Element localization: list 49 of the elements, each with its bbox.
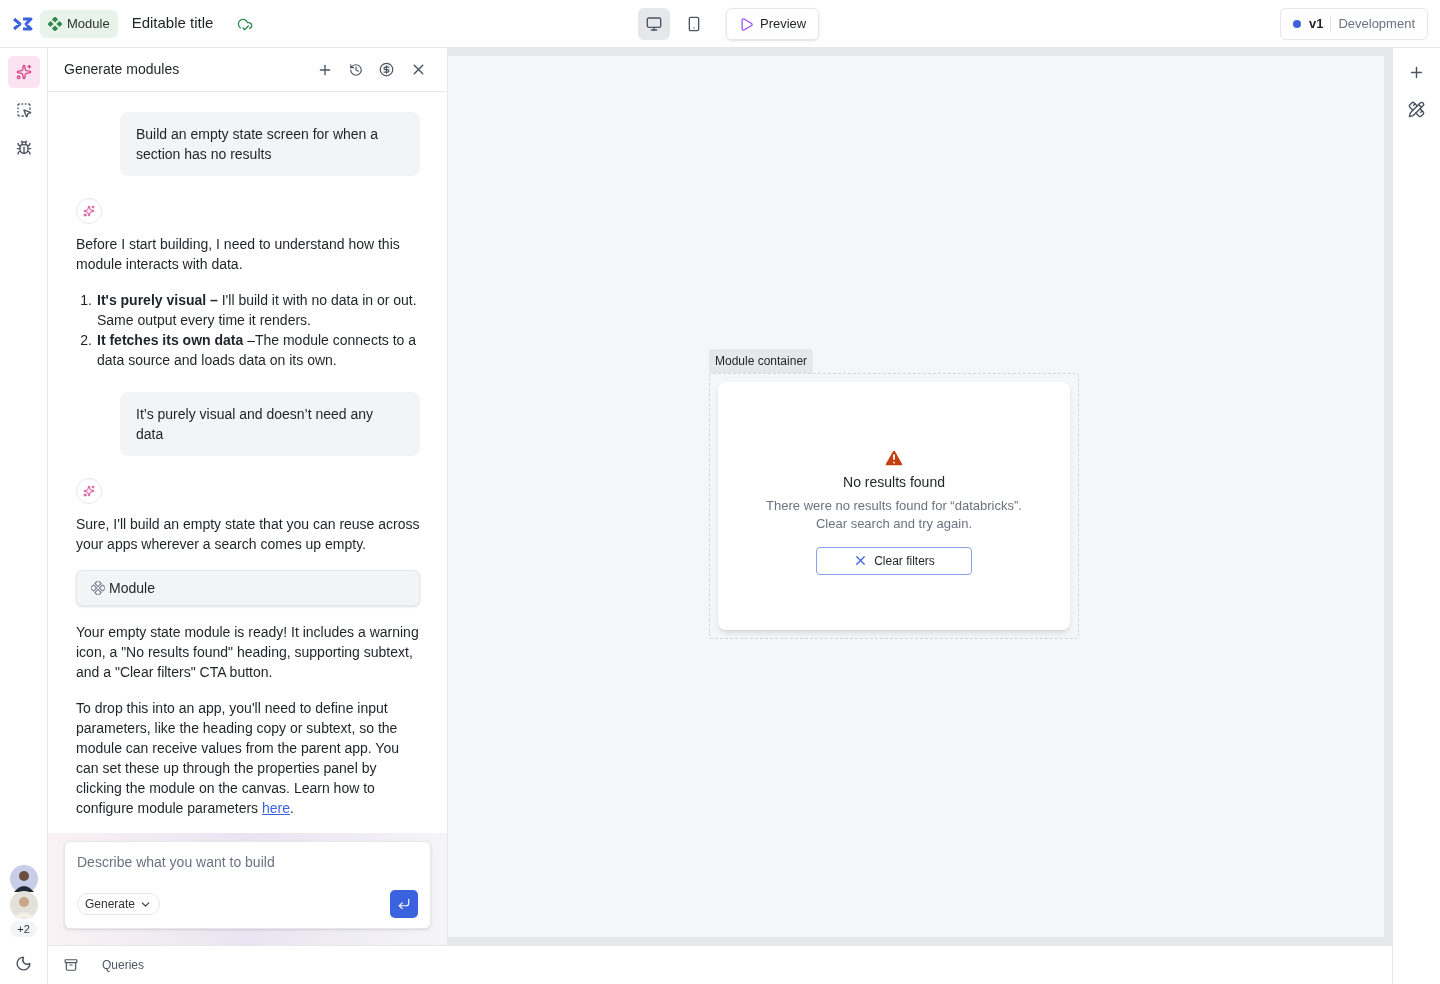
message-text: Before I start building, I need to understand how this module interacts with data. (76, 235, 401, 274)
queries-tab[interactable]: Queries (102, 956, 145, 974)
module-icon (91, 581, 105, 595)
message-text: Your empty state module is ready! It includes a warning icon, a "No results found" heading, supporting subtext, and a "Clear filters" CTA button. (76, 623, 420, 682)
play-icon (739, 16, 754, 32)
add-icon[interactable] (1408, 64, 1425, 81)
bug-icon (15, 140, 32, 156)
module-badge: Module (40, 9, 118, 38)
environment-label: Development (1338, 14, 1415, 33)
message-text: Sure, I'll build an empty state that you can reuse across your apps wherever a search comes up empty. (76, 515, 420, 554)
version-selector[interactable]: v1 Development (1279, 7, 1428, 40)
sparkle-icon (15, 64, 32, 80)
list-number: 1. (79, 291, 93, 310)
send-button[interactable] (390, 890, 418, 918)
message-text: To drop this into an app, you'll need to define input parameters, like the heading copy or subtext, so the module can receive values from the parent app. You can set these up through the properties panel by clicking the module on the canvas. Learn how to configure module parameters here. (76, 699, 400, 818)
prompt-input[interactable]: Describe what you want to build (77, 852, 418, 872)
panel-title: Generate modules (64, 60, 180, 79)
user-avatar (9, 891, 38, 919)
user-message: It’s purely visual and doesn’t need any data (120, 392, 420, 456)
list-item-text: It's purely visual – I'll build it with no data in or out. Same output every time it renders. (97, 291, 418, 330)
clear-filters-button[interactable]: Clear filters (816, 546, 972, 575)
design-tools-icon[interactable] (1408, 101, 1425, 118)
more-users-count: +2 (10, 921, 37, 937)
billing-icon[interactable] (379, 62, 394, 77)
module-chip[interactable]: Module (76, 570, 420, 606)
desktop-icon (646, 16, 662, 32)
assistant-avatar (76, 198, 102, 224)
user-message: Build an empty state screen for when a section has no results (120, 112, 420, 176)
container-label: Module container (709, 348, 814, 373)
user-avatar (9, 865, 38, 893)
selection-icon (15, 102, 32, 118)
empty-state-subtext: There were no results found for “databricks”. Clear search and try again. (765, 496, 1023, 533)
assistant-avatar (76, 478, 102, 504)
preview-button[interactable]: Preview (726, 8, 820, 40)
enter-icon (397, 897, 411, 911)
history-icon[interactable] (349, 62, 363, 77)
empty-state-heading: No results found (843, 472, 945, 492)
list-number: 2. (79, 331, 93, 350)
version-label: v1 (1308, 14, 1324, 33)
module-icon (48, 16, 62, 31)
dark-mode-icon[interactable] (15, 955, 32, 972)
help-link[interactable]: here (262, 800, 291, 816)
device-toggle[interactable] (638, 8, 670, 40)
list-item-text: It fetches its own data –The module connects to a data source and loads data on its own. (97, 331, 418, 370)
logo-icon (12, 16, 34, 31)
editable-title[interactable]: Editable title (131, 12, 214, 35)
rail-tool[interactable] (7, 56, 40, 88)
archive-icon (64, 958, 78, 972)
mobile-icon (686, 16, 702, 32)
